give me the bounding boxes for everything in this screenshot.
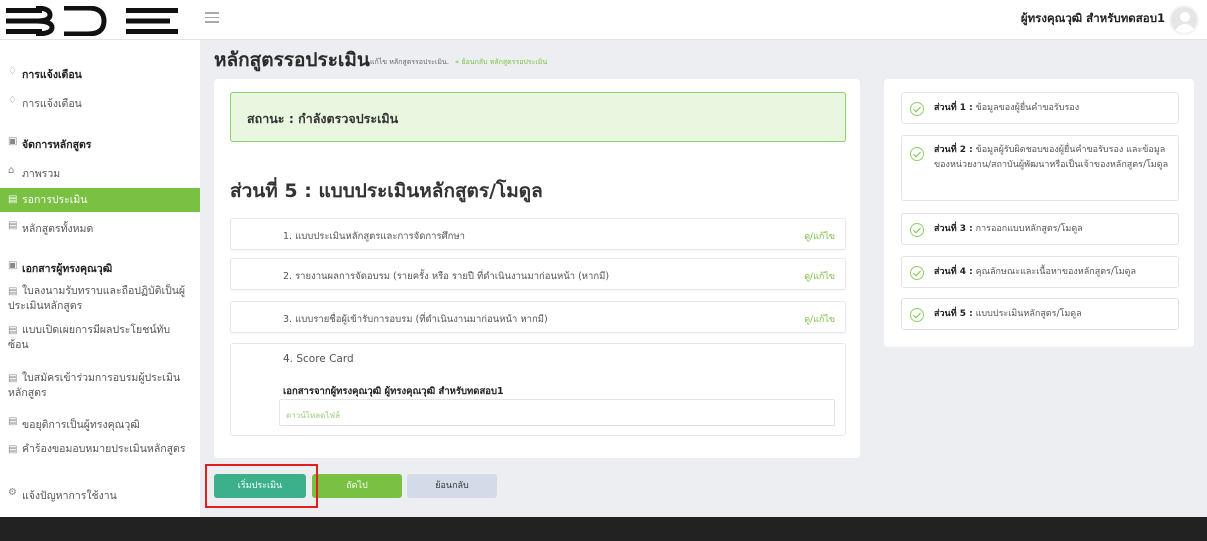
document-icon: ▤ <box>8 373 18 384</box>
user-name[interactable]: ผู้ทรงคุณวุฒิ สำหรับทดสอบ1 <box>1021 10 1165 28</box>
top-bar: ผู้ทรงคุณวุฒิ สำหรับทดสอบ1 <box>0 0 1207 40</box>
sidebar-item-report-issue[interactable]: ⚙ แจ้งปัญหาการใช้งาน <box>0 487 200 504</box>
document-icon: ▤ <box>8 325 18 336</box>
step-text: คุณลักษณะและเนื้อหาของหลักสูตร/โมดูล <box>972 267 1137 277</box>
sidebar-item-conflict-of-interest[interactable]: ▤ แบบเปิดเผยการมีผลประโยชน์ทับซ้อน <box>0 323 190 353</box>
view-edit-link[interactable]: ดู/แก้ไข <box>804 229 835 243</box>
sidebar-item-assignment-request[interactable]: ▤ คำร้องขอมอบหมายประเมินหลักสูตร <box>0 442 190 457</box>
document-icon: ▤ <box>8 194 18 205</box>
bell-icon: ♢ <box>8 66 17 77</box>
next-button[interactable]: ถัดไป <box>312 474 402 498</box>
document-icon: ▤ <box>8 444 18 455</box>
sidebar-item-pending-evaluation[interactable]: ▤ รอการประเมิน <box>0 188 200 212</box>
footer-bar <box>0 517 1207 541</box>
step-text: ข้อมูลของผู้ยื่นคำขอรับรอง <box>972 103 1080 113</box>
avatar[interactable] <box>1169 5 1199 35</box>
check-circle-icon <box>910 266 924 280</box>
sidebar: ♢ การแจ้งเตือน ♢ การแจ้งเตือน ▣ จัดการหลักส… <box>0 40 200 517</box>
document-icon: ▤ <box>8 220 18 231</box>
list-item: 2. รายงานผลการจัดอบรม (รายครั้ง หรือ ราย… <box>230 258 846 290</box>
step-part: ส่วนที่ 1 : <box>934 103 973 113</box>
sidebar-item-terminate-expert[interactable]: ▤ ขอยุติการเป็นผู้ทรงคุณวุฒิ <box>0 416 200 433</box>
back-link[interactable]: « ย้อนกลับ หลักสูตรรอประเมิน <box>455 58 547 66</box>
sidebar-item-training-application[interactable]: ▤ ใบสมัครเข้าร่วมการอบรมผู้ประเมินหลักสูต… <box>0 371 190 401</box>
sidebar-item-notifications[interactable]: ♢ การแจ้งเตือน <box>0 95 200 112</box>
sidebar-heading-notifications: ♢ การแจ้งเตือน <box>8 66 82 81</box>
step-text: การออกแบบหลักสูตร/โมดูล <box>972 224 1083 234</box>
status-box: สถานะ : กำลังตรวจประเมิน <box>230 92 846 142</box>
breadcrumb: แก้ไข หลักสูตรรอประเมิน. « ย้อนกลับ หลักส… <box>370 57 547 68</box>
menu-toggle-icon[interactable] <box>205 10 219 24</box>
bde-logo <box>6 6 178 36</box>
step-item-2[interactable]: ส่วนที่ 2 : ข้อมูลผู้รับผิดชอบของผู้ยื่น… <box>901 135 1179 201</box>
list-icon: ▣ <box>8 260 18 271</box>
step-part: ส่วนที่ 3 : <box>934 224 973 234</box>
gear-icon: ⚙ <box>8 487 17 498</box>
list-item: 3. แบบรายชื่อผู้เข้ารับการอบรม (ที่ดำเนิ… <box>230 301 846 333</box>
check-circle-icon <box>910 147 924 161</box>
status-text: สถานะ : กำลังตรวจประเมิน <box>247 111 399 126</box>
sidebar-heading-manage-courses: ▣ จัดการหลักสูตร <box>8 136 92 151</box>
sidebar-heading-expert-documents: ▣ เอกสารผู้ทรงคุณวุฒิ <box>8 260 113 275</box>
view-edit-link[interactable]: ดู/แก้ไข <box>804 312 835 326</box>
step-item-4[interactable]: ส่วนที่ 4 : คุณลักษณะและเนื้อหาของหลักสู… <box>901 256 1179 288</box>
step-part: ส่วนที่ 2 : <box>934 145 973 155</box>
bell-icon: ♢ <box>8 95 17 106</box>
step-text: แบบประเมินหลักสูตร/โมดูล <box>972 309 1082 319</box>
check-circle-icon <box>910 308 924 322</box>
row-label: 3. แบบรายชื่อผู้เข้ารับการอบรม (ที่ดำเนิ… <box>283 314 548 325</box>
highlight-box <box>205 464 318 508</box>
score-card-subtitle: เอกสารจากผู้ทรงคุณวุฒิ ผู้ทรงคุณวุฒิ สำห… <box>283 386 504 397</box>
sidebar-item-acknowledgement[interactable]: ▤ ใบลงนามรับทราบและถือปฏิบัติเป็นผู้ประเม… <box>0 284 190 314</box>
step-part: ส่วนที่ 5 : <box>934 309 973 319</box>
list-item: 1. แบบประเมินหลักสูตรและการจัดการศึกษา ด… <box>230 218 846 250</box>
step-item-3[interactable]: ส่วนที่ 3 : การออกแบบหลักสูตร/โมดูล <box>901 213 1179 245</box>
check-circle-icon <box>910 223 924 237</box>
home-icon: ⌂ <box>8 165 15 176</box>
step-item-5[interactable]: ส่วนที่ 5 : แบบประเมินหลักสูตร/โมดูล <box>901 298 1179 330</box>
view-edit-link[interactable]: ดู/แก้ไข <box>804 269 835 283</box>
score-card-label: 4. Score Card <box>283 353 354 365</box>
download-field: ดาวน์โหลดไฟล์ <box>279 399 835 426</box>
section-title: ส่วนที่ 5 : แบบประเมินหลักสูตร/โมดูล <box>230 180 543 202</box>
download-file-link[interactable]: ดาวน์โหลดไฟล์ <box>286 409 340 422</box>
step-part: ส่วนที่ 4 : <box>934 267 973 277</box>
document-icon: ▤ <box>8 286 18 297</box>
document-icon: ▤ <box>8 416 18 427</box>
list-icon: ▣ <box>8 136 18 147</box>
sidebar-item-overview[interactable]: ⌂ ภาพรวม <box>0 165 200 182</box>
page-title: หลักสูตรรอประเมิน <box>214 49 370 71</box>
row-label: 2. รายงานผลการจัดอบรม (รายครั้ง หรือ ราย… <box>283 271 610 282</box>
check-circle-icon <box>910 102 924 116</box>
step-item-1[interactable]: ส่วนที่ 1 : ข้อมูลของผู้ยื่นคำขอรับรอง <box>901 92 1179 124</box>
sidebar-item-all-courses[interactable]: ▤ หลักสูตรทั้งหมด <box>0 220 200 237</box>
row-label: 1. แบบประเมินหลักสูตรและการจัดการศึกษา <box>283 231 465 242</box>
breadcrumb-current: แก้ไข หลักสูตรรอประเมิน. <box>370 58 449 66</box>
back-button[interactable]: ย้อนกลับ <box>407 474 497 498</box>
score-card-panel: 4. Score Card เอกสารจากผู้ทรงคุณวุฒิ ผู้… <box>230 343 846 436</box>
